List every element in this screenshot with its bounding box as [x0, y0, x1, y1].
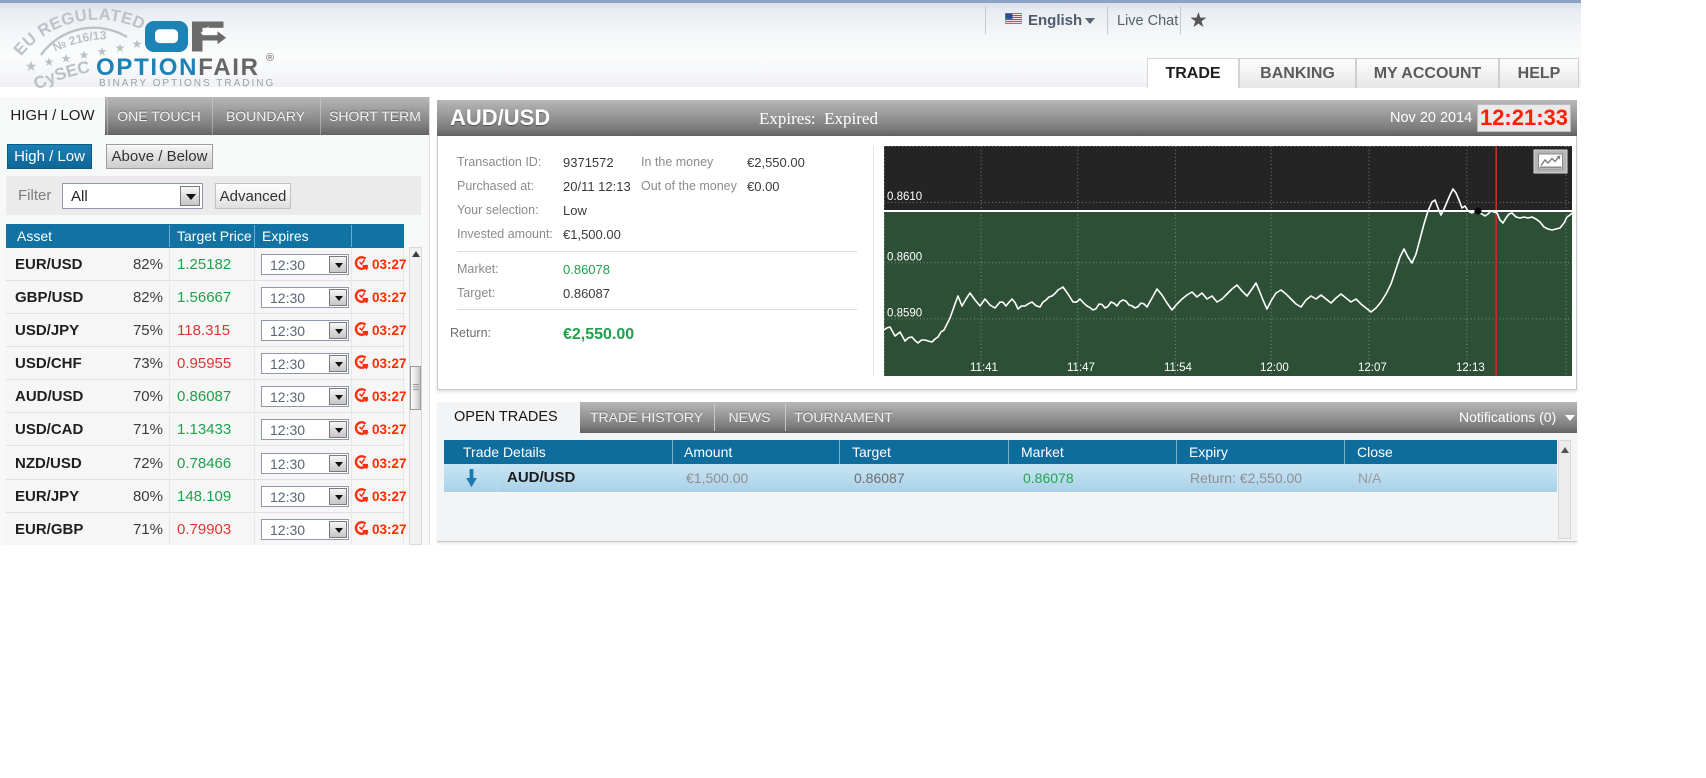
svg-text:®: ®	[266, 52, 274, 64]
svg-text:0.8600: 0.8600	[887, 252, 922, 264]
svg-text:0.8590: 0.8590	[887, 308, 922, 320]
svg-text:OPTIONFAIR: OPTIONFAIR	[96, 54, 260, 81]
svg-text:11:47: 11:47	[1067, 362, 1095, 374]
svg-text:★: ★	[61, 52, 72, 66]
svg-text:0.8610: 0.8610	[887, 191, 922, 203]
svg-text:★: ★	[132, 37, 143, 51]
svg-text:12:07: 12:07	[1358, 362, 1387, 374]
svg-text:★: ★	[79, 48, 90, 62]
svg-text:11:41: 11:41	[970, 362, 998, 374]
svg-text:★: ★	[25, 58, 38, 74]
svg-text:12:13: 12:13	[1456, 362, 1485, 374]
svg-text:11:54: 11:54	[1164, 362, 1193, 374]
svg-text:BINARY OPTIONS TRADING: BINARY OPTIONS TRADING	[99, 78, 275, 89]
svg-text:★: ★	[44, 55, 55, 69]
svg-text:★: ★	[115, 41, 126, 55]
svg-text:12:00: 12:00	[1260, 362, 1289, 374]
